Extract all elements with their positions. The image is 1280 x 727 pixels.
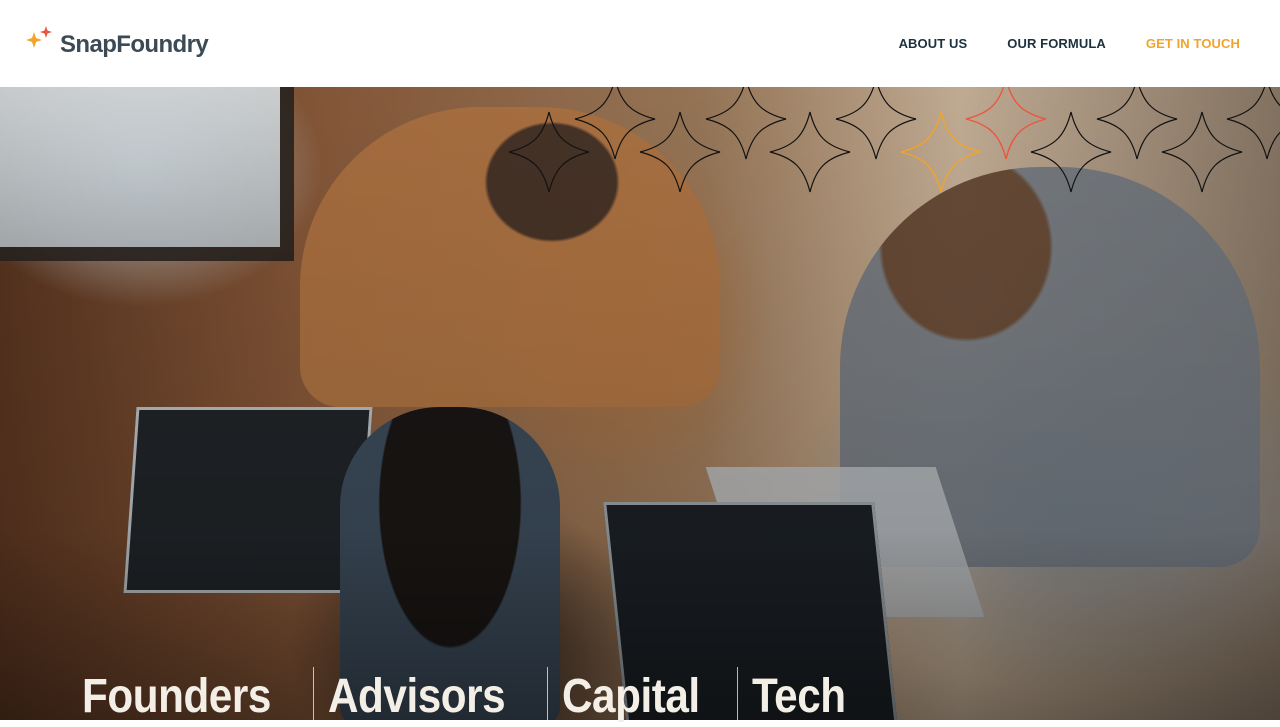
pillar-tech: Tech <box>736 667 860 727</box>
pillar-capital: Capital <box>547 667 714 727</box>
logo[interactable]: SnapFoundry <box>26 26 209 63</box>
pillar-advisors: Advisors <box>312 667 519 727</box>
nav-our-formula[interactable]: OUR FORMULA <box>1007 36 1106 51</box>
nav-about-us[interactable]: ABOUT US <box>899 36 968 51</box>
pillar-founders: Founders <box>82 670 271 723</box>
nav-get-in-touch[interactable]: GET IN TOUCH <box>1146 36 1240 51</box>
hero-pillars: Founders Advisors Capital Tech <box>82 667 876 727</box>
main-nav: ABOUT US OUR FORMULA GET IN TOUCH <box>899 36 1240 51</box>
site-header: SnapFoundry ABOUT US OUR FORMULA GET IN … <box>0 0 1280 87</box>
sparkle-icon <box>26 26 52 48</box>
brand-name: SnapFoundry <box>60 31 209 58</box>
